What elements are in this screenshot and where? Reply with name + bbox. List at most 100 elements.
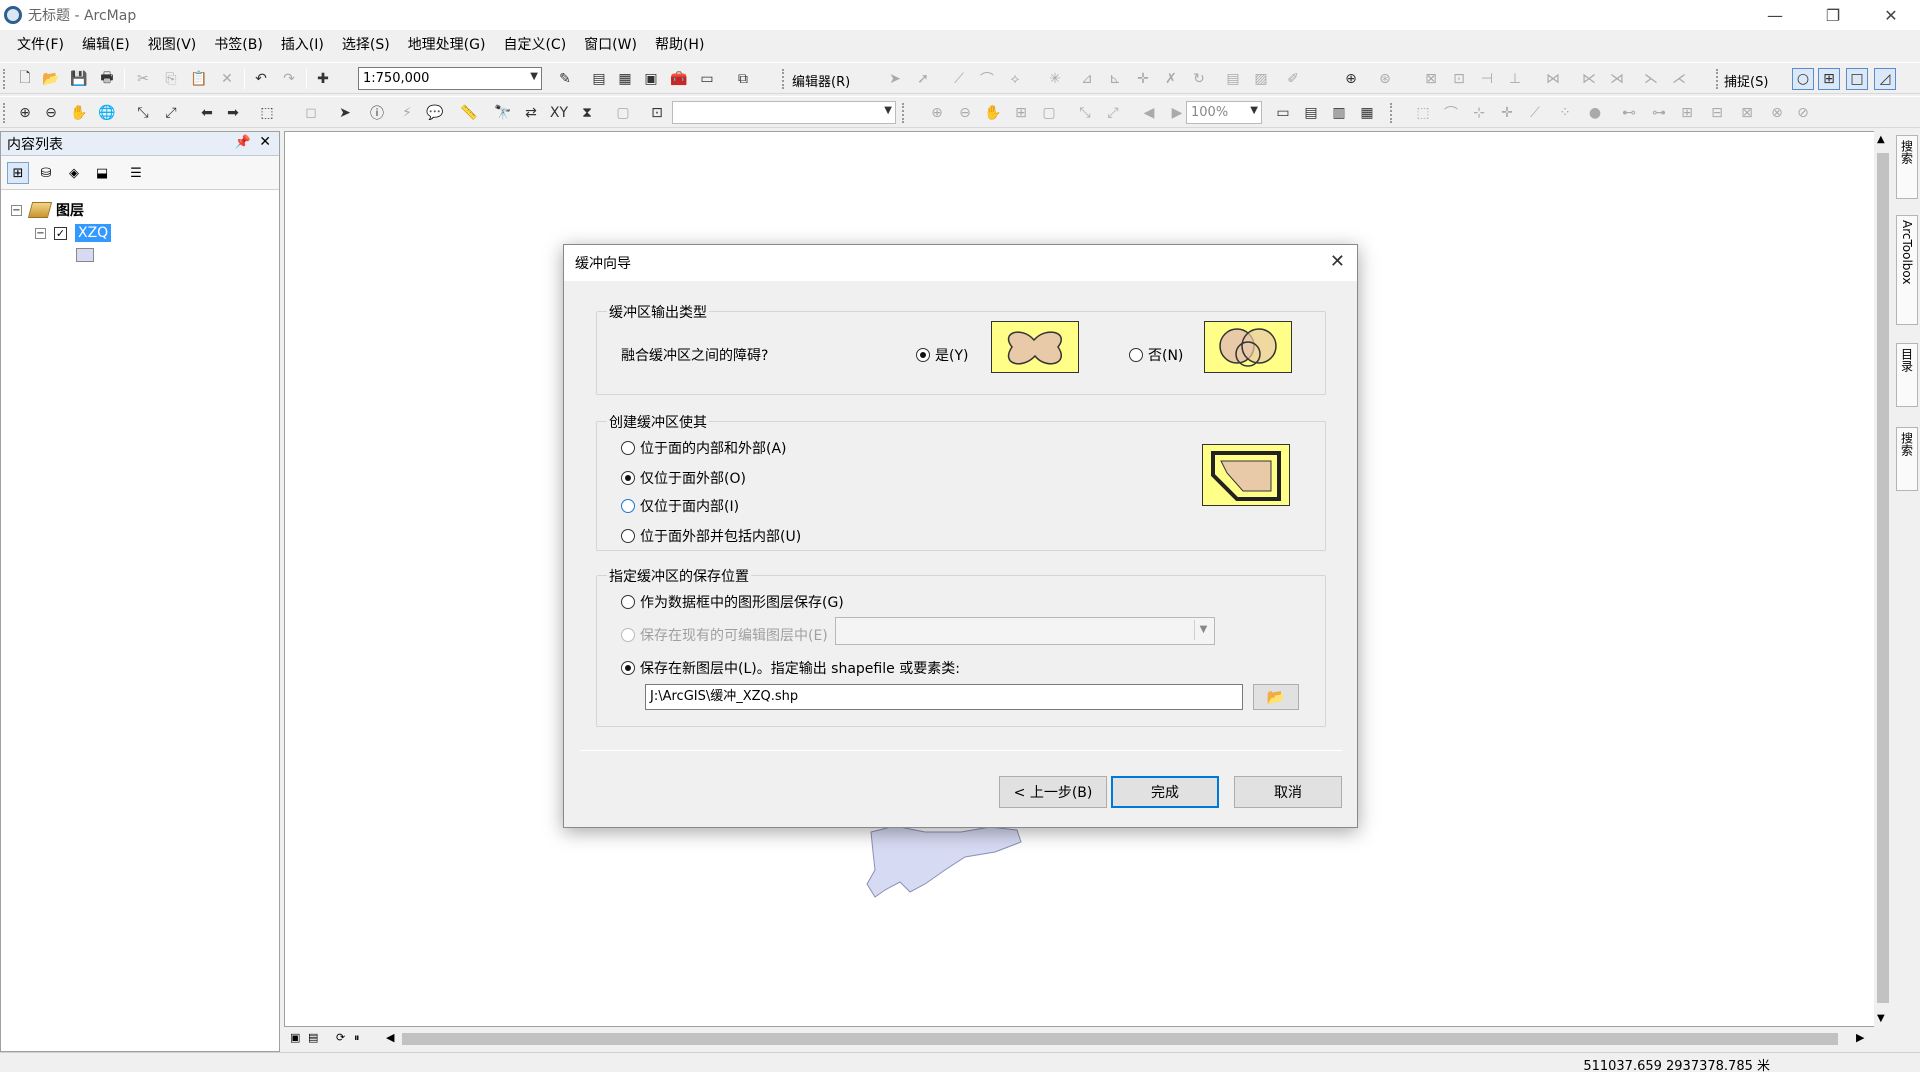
toolbar-grip[interactable] xyxy=(782,69,786,89)
existing-layer-combo[interactable]: ▼ xyxy=(835,617,1215,645)
menu-windows[interactable]: 窗口(W) xyxy=(575,33,646,57)
scroll-down-icon[interactable]: ▼ xyxy=(1877,1013,1885,1024)
radio-button[interactable] xyxy=(916,348,930,362)
attributes-icon[interactable]: ▤ xyxy=(1222,68,1244,90)
layout-forward-icon[interactable]: ▶ xyxy=(1166,102,1188,124)
straight-segment-icon[interactable]: ⟋ xyxy=(948,68,970,90)
layer-row-xzq[interactable]: − ✓ XZQ xyxy=(35,224,112,242)
back-arrow-icon[interactable]: ⬅ xyxy=(196,102,218,124)
draw-line-icon[interactable]: ⊹ xyxy=(1468,102,1490,124)
trim-icon[interactable]: ⊣ xyxy=(1476,68,1498,90)
list-by-selection-icon[interactable]: ⬓ xyxy=(91,162,113,184)
radio-button[interactable] xyxy=(1129,348,1143,362)
fixed-zoom-in-layout-icon[interactable]: ⤡ xyxy=(1074,102,1096,124)
data-view-icon[interactable]: ▣ xyxy=(290,1031,300,1044)
draw-rectangle-icon[interactable]: ⬚ xyxy=(1412,102,1434,124)
draw-curve-icon[interactable]: ⌒ xyxy=(1440,102,1462,124)
open-folder-icon[interactable]: 📂 xyxy=(40,68,62,90)
advanced-edit-icon[interactable]: ⊠ xyxy=(1420,68,1442,90)
toolbar-grip[interactable] xyxy=(3,69,7,89)
scroll-right-icon[interactable]: ▶ xyxy=(1856,1031,1864,1044)
inside-outside-radio[interactable]: 位于面的内部和外部(A) xyxy=(621,438,787,458)
menu-edit[interactable]: 编辑(E) xyxy=(73,33,139,57)
copy-icon[interactable]: ⎘ xyxy=(160,68,182,90)
draw-point-icon[interactable]: ✛ xyxy=(1496,102,1518,124)
fixed-zoom-out-layout-icon[interactable]: ⤢ xyxy=(1102,102,1124,124)
network-icon[interactable]: ⊗ xyxy=(1766,102,1788,124)
dissolve-no-radio[interactable]: 否(N) xyxy=(1129,345,1183,365)
select-elements-icon[interactable]: ➤ xyxy=(334,102,356,124)
radio-button[interactable] xyxy=(621,441,635,455)
time-slider-icon[interactable]: ⧗ xyxy=(576,102,598,124)
catalog-icon[interactable]: ▦ xyxy=(614,68,636,90)
menu-file[interactable]: 文件(F) xyxy=(8,33,73,57)
radio-button[interactable] xyxy=(621,661,635,675)
layout-toolbar-icon[interactable]: ⊡ xyxy=(646,102,668,124)
list-by-source-icon[interactable]: ⛁ xyxy=(35,162,57,184)
menu-bookmarks[interactable]: 书签(B) xyxy=(205,33,272,57)
cut-icon[interactable]: ✂ xyxy=(132,68,154,90)
paste-icon[interactable]: 📋 xyxy=(188,68,210,90)
radio-button[interactable] xyxy=(621,471,635,485)
scroll-thumb[interactable] xyxy=(1877,153,1889,1003)
pause-drawing-icon[interactable]: ⏸ xyxy=(354,1031,360,1045)
layout-view-icon[interactable]: ▤ xyxy=(308,1031,318,1044)
radio-button[interactable] xyxy=(621,529,635,543)
zoom-whole-page-icon[interactable]: ⊞ xyxy=(1010,102,1032,124)
reshape-feature-icon[interactable]: ⊾ xyxy=(1104,68,1126,90)
restore-icon[interactable]: ❐ xyxy=(1804,0,1862,30)
sketch-properties-icon[interactable]: ▨ xyxy=(1250,68,1272,90)
spatial-adjust-icon[interactable]: ⊷ xyxy=(1618,102,1640,124)
save-graphics-layer-radio[interactable]: 作为数据框中的图形图层保存(G) xyxy=(621,592,844,612)
change-layout-icon[interactable]: ▥ xyxy=(1328,102,1350,124)
line-intersection-icon[interactable]: ⊥ xyxy=(1504,68,1526,90)
arctoolbox-icon[interactable]: 🧰 xyxy=(668,68,690,90)
toolbar-grip[interactable] xyxy=(3,103,7,123)
save-icon[interactable]: 💾 xyxy=(68,68,90,90)
end-snapping-icon[interactable]: ⊞ xyxy=(1818,68,1840,90)
zoom-in-icon[interactable]: ⊕ xyxy=(14,102,36,124)
close-window-icon[interactable]: ✕ xyxy=(1862,0,1920,30)
point-snapping-icon[interactable]: ○ xyxy=(1792,68,1814,90)
circle-icon[interactable]: ● xyxy=(1584,102,1606,124)
find-route-icon[interactable]: ⇄ xyxy=(520,102,542,124)
toolbar-grip[interactable] xyxy=(1390,103,1394,123)
browse-button[interactable]: 📂 xyxy=(1253,684,1299,710)
cancel-button[interactable]: 取消 xyxy=(1234,776,1342,808)
point-icon[interactable]: ✳ xyxy=(1044,68,1066,90)
georeferencing-icon[interactable]: ⊕ xyxy=(1340,68,1362,90)
menu-help[interactable]: 帮助(H) xyxy=(646,33,713,57)
layout-zoom-out-icon[interactable]: ⊖ xyxy=(954,102,976,124)
toggle-draft-mode-icon[interactable]: ▭ xyxy=(1272,102,1294,124)
radio-button[interactable] xyxy=(621,595,635,609)
fixed-zoom-in-icon[interactable]: ⤡ xyxy=(132,102,154,124)
full-extent-icon[interactable]: 🌐 xyxy=(96,102,118,124)
dock-tab-catalog[interactable]: 目录 xyxy=(1896,343,1918,407)
vertex-snapping-icon[interactable]: □ xyxy=(1846,68,1868,90)
output-path-input[interactable]: J:\ArcGIS\缓冲_XZQ.shp xyxy=(645,684,1243,710)
rotate-data-frame-icon[interactable]: ⊟ xyxy=(1706,102,1728,124)
editor-menu[interactable]: 编辑器(R) xyxy=(792,71,850,90)
map-scale-combo[interactable]: 1:750,000 ▼ xyxy=(358,67,542,90)
forward-arrow-icon[interactable]: ➡ xyxy=(222,102,244,124)
cut-polygons-icon[interactable]: ✛ xyxy=(1132,68,1154,90)
menu-selection[interactable]: 选择(S) xyxy=(333,33,399,57)
select-features-icon[interactable]: ⬚ xyxy=(256,102,278,124)
list-by-visibility-icon[interactable]: ◈ xyxy=(63,162,85,184)
end-point-arc-icon[interactable]: ⌒ xyxy=(976,68,998,90)
hyperlink-icon[interactable]: ⚡ xyxy=(396,102,418,124)
editor-toolbar-icon[interactable]: ✎ xyxy=(554,68,576,90)
explode-icon[interactable]: ⋈ xyxy=(1542,68,1564,90)
menu-geoprocessing[interactable]: 地理处理(G) xyxy=(399,33,495,57)
list-by-drawing-order-icon[interactable]: ⊞ xyxy=(7,162,29,184)
create-viewer-window-icon[interactable]: ▢ xyxy=(612,102,634,124)
topology-icon[interactable]: ⊛ xyxy=(1374,68,1396,90)
clear-selection-icon[interactable]: ◻ xyxy=(300,102,322,124)
create-features-icon[interactable]: ✐ xyxy=(1282,68,1304,90)
layout-back-icon[interactable]: ◀ xyxy=(1138,102,1160,124)
rotate-tool-icon[interactable]: ↻ xyxy=(1188,68,1210,90)
layout-zoom-in-icon[interactable]: ⊕ xyxy=(926,102,948,124)
dissolve-yes-radio[interactable]: 是(Y) xyxy=(916,345,968,365)
menu-customize[interactable]: 自定义(C) xyxy=(494,33,575,57)
grid-icon[interactable]: ⊞ xyxy=(1676,102,1698,124)
